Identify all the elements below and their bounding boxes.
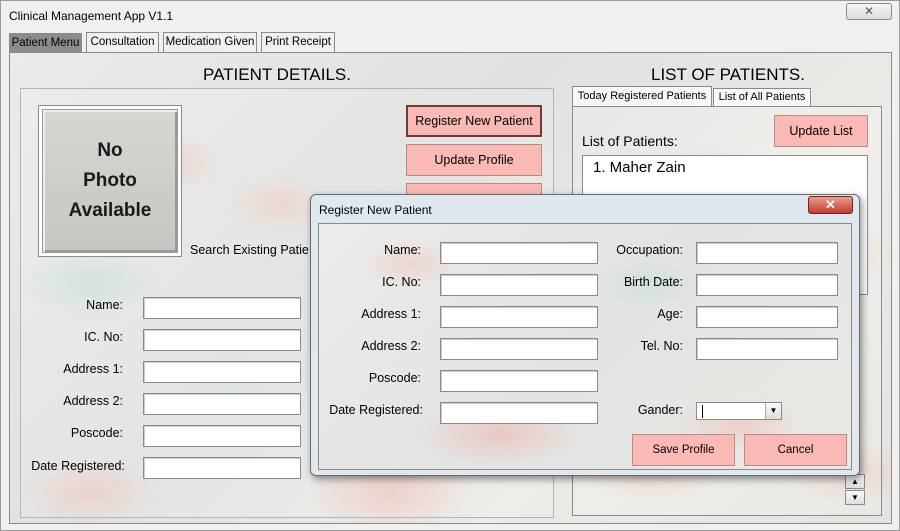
save-profile-button[interactable]: Save Profile — [632, 434, 735, 466]
scroll-up-button[interactable]: ▲ — [845, 474, 865, 489]
close-icon: ✕ — [825, 197, 836, 212]
ic-no-input[interactable] — [143, 329, 301, 351]
patient-photo-frame: No Photo Available — [38, 105, 182, 257]
tab-patient-menu[interactable]: Patient Menu — [9, 33, 82, 52]
tab-medication-given[interactable]: Medication Given — [163, 32, 257, 52]
dialog-ic-no-label: IC. No: — [382, 275, 421, 289]
gender-select[interactable]: ▼ — [696, 402, 782, 420]
dialog-poscode-label: Poscode: — [368, 371, 421, 385]
dialog-form: Name: IC. No: Address 1: Address 2: Posc… — [318, 223, 852, 470]
search-existing-patient-label: Search Existing Patie — [190, 243, 309, 257]
patient-list-title: LIST OF PATIENTS. — [651, 65, 805, 84]
dialog-name-input[interactable] — [440, 242, 598, 264]
dialog-ic-no-input[interactable] — [440, 274, 598, 296]
register-patient-dialog: Register New Patient ✕ Name: IC. No: Add… — [310, 194, 860, 476]
ic-no-label: IC. No: — [84, 330, 123, 344]
dialog-age-input[interactable] — [696, 306, 838, 328]
name-input[interactable] — [143, 297, 301, 319]
date-registered-input[interactable] — [143, 457, 301, 479]
date-registered-label: Date Registered: — [31, 459, 125, 473]
tab-print-receipt[interactable]: Print Receipt — [261, 32, 335, 52]
dialog-tel-no-input[interactable] — [696, 338, 838, 360]
dialog-date-registered-label: Date Registered: — [329, 403, 423, 417]
close-icon: ✕ — [863, 4, 875, 18]
dialog-name-label: Name: — [384, 243, 421, 257]
dialog-close-button[interactable]: ✕ — [808, 196, 853, 214]
dialog-address1-input[interactable] — [440, 306, 598, 328]
dialog-tel-no-label: Tel. No: — [640, 339, 683, 353]
no-photo-placeholder: No Photo Available — [42, 109, 178, 253]
tab-today-registered[interactable]: Today Registered Patients — [572, 86, 712, 106]
patient-details-title: PATIENT DETAILS. — [203, 65, 351, 84]
arrow-up-icon: ▲ — [851, 477, 859, 486]
dialog-title: Register New Patient — [319, 203, 432, 217]
dialog-poscode-input[interactable] — [440, 370, 598, 392]
poscode-input[interactable] — [143, 425, 301, 447]
list-of-patients-label: List of Patients: — [582, 133, 678, 149]
list-item[interactable]: 1. Maher Zain — [593, 159, 857, 176]
scroll-down-button[interactable]: ▼ — [845, 490, 865, 505]
register-new-patient-button[interactable]: Register New Patient — [406, 105, 542, 137]
dialog-address2-input[interactable] — [440, 338, 598, 360]
update-list-button[interactable]: Update List — [774, 115, 868, 147]
dialog-occupation-input[interactable] — [696, 242, 838, 264]
address2-label: Address 2: — [63, 394, 123, 408]
dropdown-glyph: ▼ — [769, 406, 778, 415]
app-title: Clinical Management App V1.1 — [9, 9, 174, 23]
dialog-date-registered-input[interactable] — [440, 402, 598, 424]
dialog-gender-label: Gander: — [637, 403, 683, 417]
name-label: Name: — [86, 298, 123, 312]
update-profile-button[interactable]: Update Profile — [406, 144, 542, 176]
dialog-birth-date-label: Birth Date: — [623, 275, 683, 289]
dialog-occupation-label: Occupation: — [616, 243, 683, 257]
poscode-label: Poscode: — [70, 426, 123, 440]
dialog-address2-label: Address 2: — [361, 339, 421, 353]
dialog-age-label: Age: — [657, 307, 683, 321]
arrow-down-icon: ▼ — [851, 493, 859, 502]
address2-input[interactable] — [143, 393, 301, 415]
title-bar: Clinical Management App V1.1 ✕ — [1, 1, 899, 31]
text-caret — [702, 405, 703, 418]
address1-label: Address 1: — [63, 362, 123, 376]
dialog-address1-label: Address 1: — [361, 307, 421, 321]
chevron-down-icon[interactable]: ▼ — [765, 403, 781, 419]
address1-input[interactable] — [143, 361, 301, 383]
dialog-birth-date-input[interactable] — [696, 274, 838, 296]
window-close-button[interactable]: ✕ — [846, 3, 892, 20]
tab-all-patients[interactable]: List of All Patients — [713, 88, 811, 106]
cancel-button[interactable]: Cancel — [744, 434, 847, 466]
tab-consultation[interactable]: Consultation — [86, 32, 159, 52]
